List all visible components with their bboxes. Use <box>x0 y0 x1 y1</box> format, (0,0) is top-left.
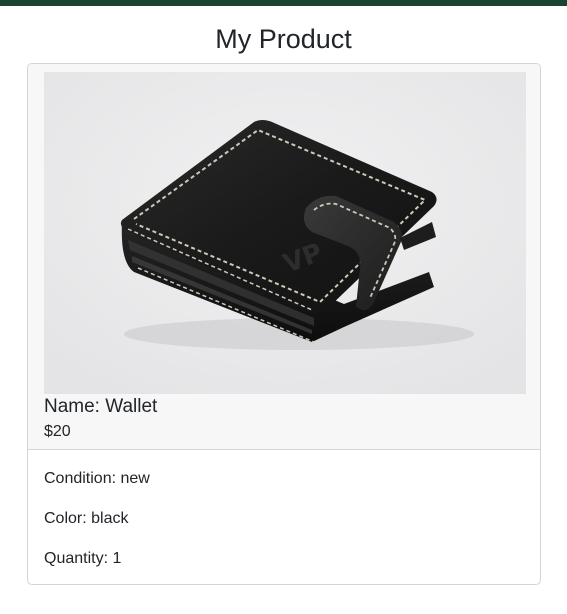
product-price: $20 <box>44 423 71 440</box>
product-color: Color: black <box>44 510 129 527</box>
product-quantity: Quantity: 1 <box>44 550 122 567</box>
product-name: Name: Wallet <box>44 396 158 417</box>
product-condition: Condition: new <box>44 470 150 487</box>
product-card-header: VP Name: Wallet $20 <box>28 64 540 450</box>
product-card: VP Name: Wallet $20 Condition: new Color… <box>27 63 541 585</box>
page-title: My Product <box>215 24 352 54</box>
top-accent-bar <box>0 0 567 6</box>
wallet-photo: VP <box>44 72 526 394</box>
